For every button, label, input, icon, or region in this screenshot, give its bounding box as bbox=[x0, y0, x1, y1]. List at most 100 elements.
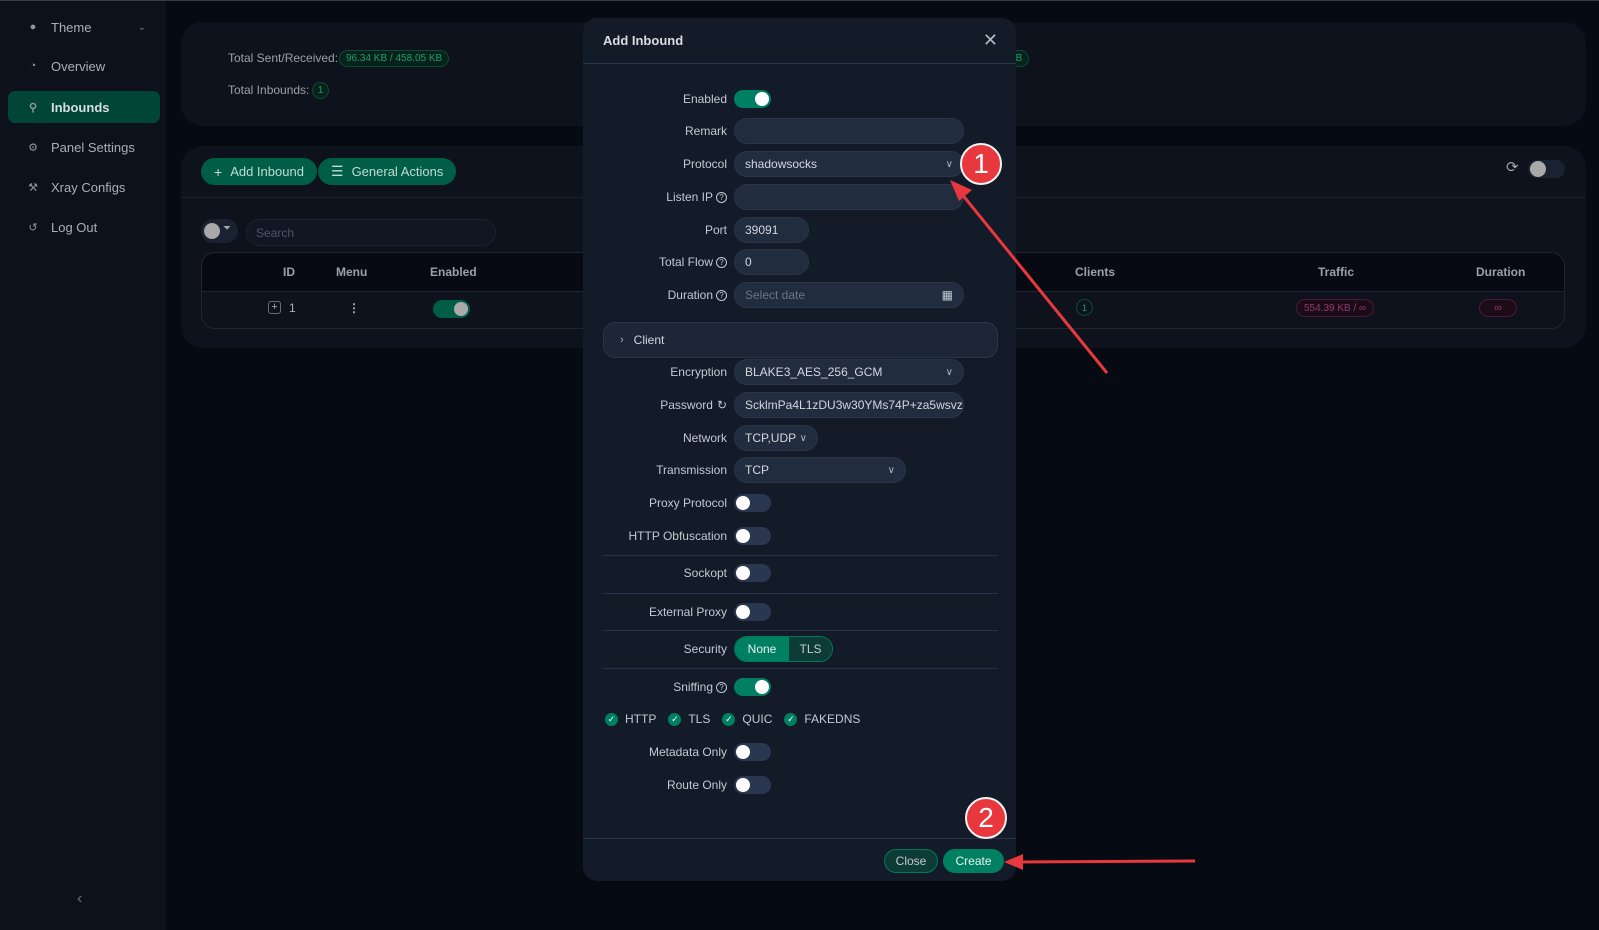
general-actions-button[interactable]: ☰ General Actions bbox=[318, 158, 457, 185]
toggle-knob bbox=[736, 745, 750, 759]
external-proxy-toggle[interactable] bbox=[734, 603, 771, 621]
add-inbound-modal: Add Inbound ✕ Enabled Remark Protocol sh… bbox=[583, 18, 1016, 881]
check-icon: ✓ bbox=[605, 712, 618, 726]
check-icon: ✓ bbox=[722, 712, 736, 726]
client-collapse-panel[interactable]: › Client bbox=[603, 322, 998, 358]
row-enabled-toggle[interactable] bbox=[433, 300, 470, 318]
dashboard-icon: ◔ bbox=[29, 60, 37, 72]
metadata-only-row: Metadata Only bbox=[583, 739, 1016, 767]
toggle-knob bbox=[736, 566, 750, 580]
calendar-icon: ▦ bbox=[941, 288, 953, 302]
toggle-knob bbox=[454, 302, 468, 316]
encryption-label: Encryption bbox=[670, 365, 727, 379]
column-header-id[interactable]: ID bbox=[283, 265, 295, 279]
checkbox-http[interactable]: ✓ HTTP bbox=[605, 712, 656, 726]
route-only-toggle[interactable] bbox=[734, 776, 771, 794]
listen-ip-input[interactable] bbox=[734, 184, 964, 210]
sidebar-item-xray-configs[interactable]: ⚒ Xray Configs bbox=[8, 171, 160, 203]
security-option-none[interactable]: None bbox=[735, 637, 789, 661]
network-label: Network bbox=[682, 431, 727, 445]
gear-icon: ⚙ bbox=[28, 141, 38, 154]
chevron-down-icon: ⌄ bbox=[137, 21, 146, 33]
enabled-label: Enabled bbox=[682, 92, 727, 106]
divider bbox=[603, 593, 998, 594]
transmission-row: Transmission TCP ∨ bbox=[583, 457, 1016, 485]
http-obfuscation-toggle[interactable] bbox=[734, 527, 771, 545]
check-icon: ✓ bbox=[784, 712, 798, 726]
encryption-row: Encryption BLAKE3_AES_256_GCM ∨ bbox=[583, 359, 1016, 387]
port-input[interactable]: 39091 bbox=[734, 217, 809, 243]
remark-input[interactable] bbox=[734, 118, 964, 144]
close-icon[interactable]: ✕ bbox=[983, 30, 998, 51]
encryption-value: BLAKE3_AES_256_GCM bbox=[745, 365, 883, 379]
checkbox-quic[interactable]: ✓ QUIC bbox=[722, 712, 772, 726]
refresh-icon[interactable]: ⟳ bbox=[1506, 158, 1519, 176]
total-flow-input[interactable]: 0 bbox=[734, 249, 809, 275]
column-header-clients[interactable]: Clients bbox=[1075, 265, 1115, 279]
encryption-select[interactable]: BLAKE3_AES_256_GCM ∨ bbox=[734, 359, 964, 385]
http-obfuscation-row: HTTP Obfuscation bbox=[583, 523, 1016, 551]
sidebar-item-label: Inbounds bbox=[51, 99, 110, 115]
sockopt-label: Sockopt bbox=[683, 566, 727, 580]
total-sent-received-value: 96.34 KB / 458.05 KB bbox=[339, 50, 450, 67]
sidebar-item-theme[interactable]: ● Theme ⌄ bbox=[8, 11, 160, 43]
sidebar-item-label: Xray Configs bbox=[51, 179, 126, 195]
sidebar-item-label: Panel Settings bbox=[51, 139, 135, 155]
total-flow-label: Total Flow? bbox=[659, 255, 727, 269]
column-header-duration[interactable]: Duration bbox=[1476, 265, 1525, 279]
help-icon[interactable]: ? bbox=[716, 191, 727, 203]
close-button[interactable]: Close bbox=[884, 849, 938, 873]
column-header-traffic[interactable]: Traffic bbox=[1318, 265, 1354, 279]
metadata-only-toggle[interactable] bbox=[734, 743, 771, 761]
divider bbox=[603, 555, 998, 556]
create-button[interactable]: Create bbox=[943, 849, 1004, 873]
sidebar-item-label: Log Out bbox=[51, 219, 98, 235]
checkbox-fakedns[interactable]: ✓ FAKEDNS bbox=[784, 712, 860, 726]
column-header-enabled[interactable]: Enabled bbox=[430, 265, 477, 279]
sidebar-item-panel-settings[interactable]: ⚙ Panel Settings bbox=[8, 131, 160, 163]
sidebar-item-inbounds[interactable]: ⚲ Inbounds bbox=[8, 91, 160, 123]
transmission-select[interactable]: TCP ∨ bbox=[734, 457, 906, 483]
logout-icon: ↺ bbox=[28, 221, 38, 234]
modal-footer-divider bbox=[583, 838, 1016, 839]
menu-icon: ☰ bbox=[331, 163, 344, 179]
column-header-menu[interactable]: Menu bbox=[336, 265, 367, 279]
add-inbound-button[interactable]: + Add Inbound bbox=[201, 158, 317, 185]
checkbox-tls[interactable]: ✓ TLS bbox=[668, 712, 710, 726]
enabled-toggle[interactable] bbox=[734, 90, 771, 108]
sidebar-item-overview[interactable]: ◔ Overview bbox=[8, 50, 160, 82]
metadata-only-label: Metadata Only bbox=[648, 745, 727, 759]
checkbox-label: QUIC bbox=[742, 712, 773, 726]
security-option-tls[interactable]: TLS bbox=[789, 637, 832, 661]
listen-ip-label: Listen IP? bbox=[666, 190, 727, 204]
protocol-select[interactable]: shadowsocks ∨ bbox=[734, 151, 964, 177]
sockopt-toggle[interactable] bbox=[734, 564, 771, 582]
help-icon[interactable]: ? bbox=[716, 681, 727, 693]
toggle-knob bbox=[736, 529, 750, 543]
sniffing-row: Sniffing? bbox=[583, 674, 1016, 702]
chevron-down-icon: ∨ bbox=[887, 464, 895, 476]
collapse-sidebar-button[interactable]: ‹ bbox=[77, 890, 82, 908]
help-icon[interactable]: ? bbox=[716, 289, 727, 301]
protocol-label: Protocol bbox=[682, 157, 727, 171]
password-input[interactable]: ScklmPa4L1zDU3w30YMs74P+za5wsvzc( bbox=[734, 392, 964, 418]
chevron-down-icon: ∨ bbox=[945, 366, 953, 378]
security-row: Security None TLS bbox=[583, 636, 1016, 664]
proxy-protocol-toggle[interactable] bbox=[734, 494, 771, 512]
plus-icon: + bbox=[214, 163, 223, 180]
duration-date-picker[interactable]: Select date ▦ bbox=[734, 282, 964, 308]
filter-toggle[interactable]: ⏷ bbox=[201, 219, 238, 243]
row-menu-icon[interactable]: ⋮ bbox=[348, 301, 360, 315]
row-id: 1 bbox=[289, 301, 296, 315]
sniffing-toggle[interactable] bbox=[734, 678, 771, 696]
network-select[interactable]: TCP,UDP ∨ bbox=[734, 425, 818, 451]
regenerate-icon[interactable]: ↻ bbox=[717, 398, 727, 412]
proxy-protocol-label: Proxy Protocol bbox=[648, 496, 727, 510]
expand-row-icon[interactable]: + bbox=[268, 301, 281, 314]
auto-refresh-toggle[interactable] bbox=[1528, 160, 1565, 178]
protocol-value: shadowsocks bbox=[745, 157, 818, 171]
search-input[interactable]: Search bbox=[246, 219, 496, 246]
check-icon: ✓ bbox=[668, 712, 682, 726]
help-icon[interactable]: ? bbox=[716, 256, 727, 268]
sidebar-item-log-out[interactable]: ↺ Log Out bbox=[8, 211, 160, 243]
